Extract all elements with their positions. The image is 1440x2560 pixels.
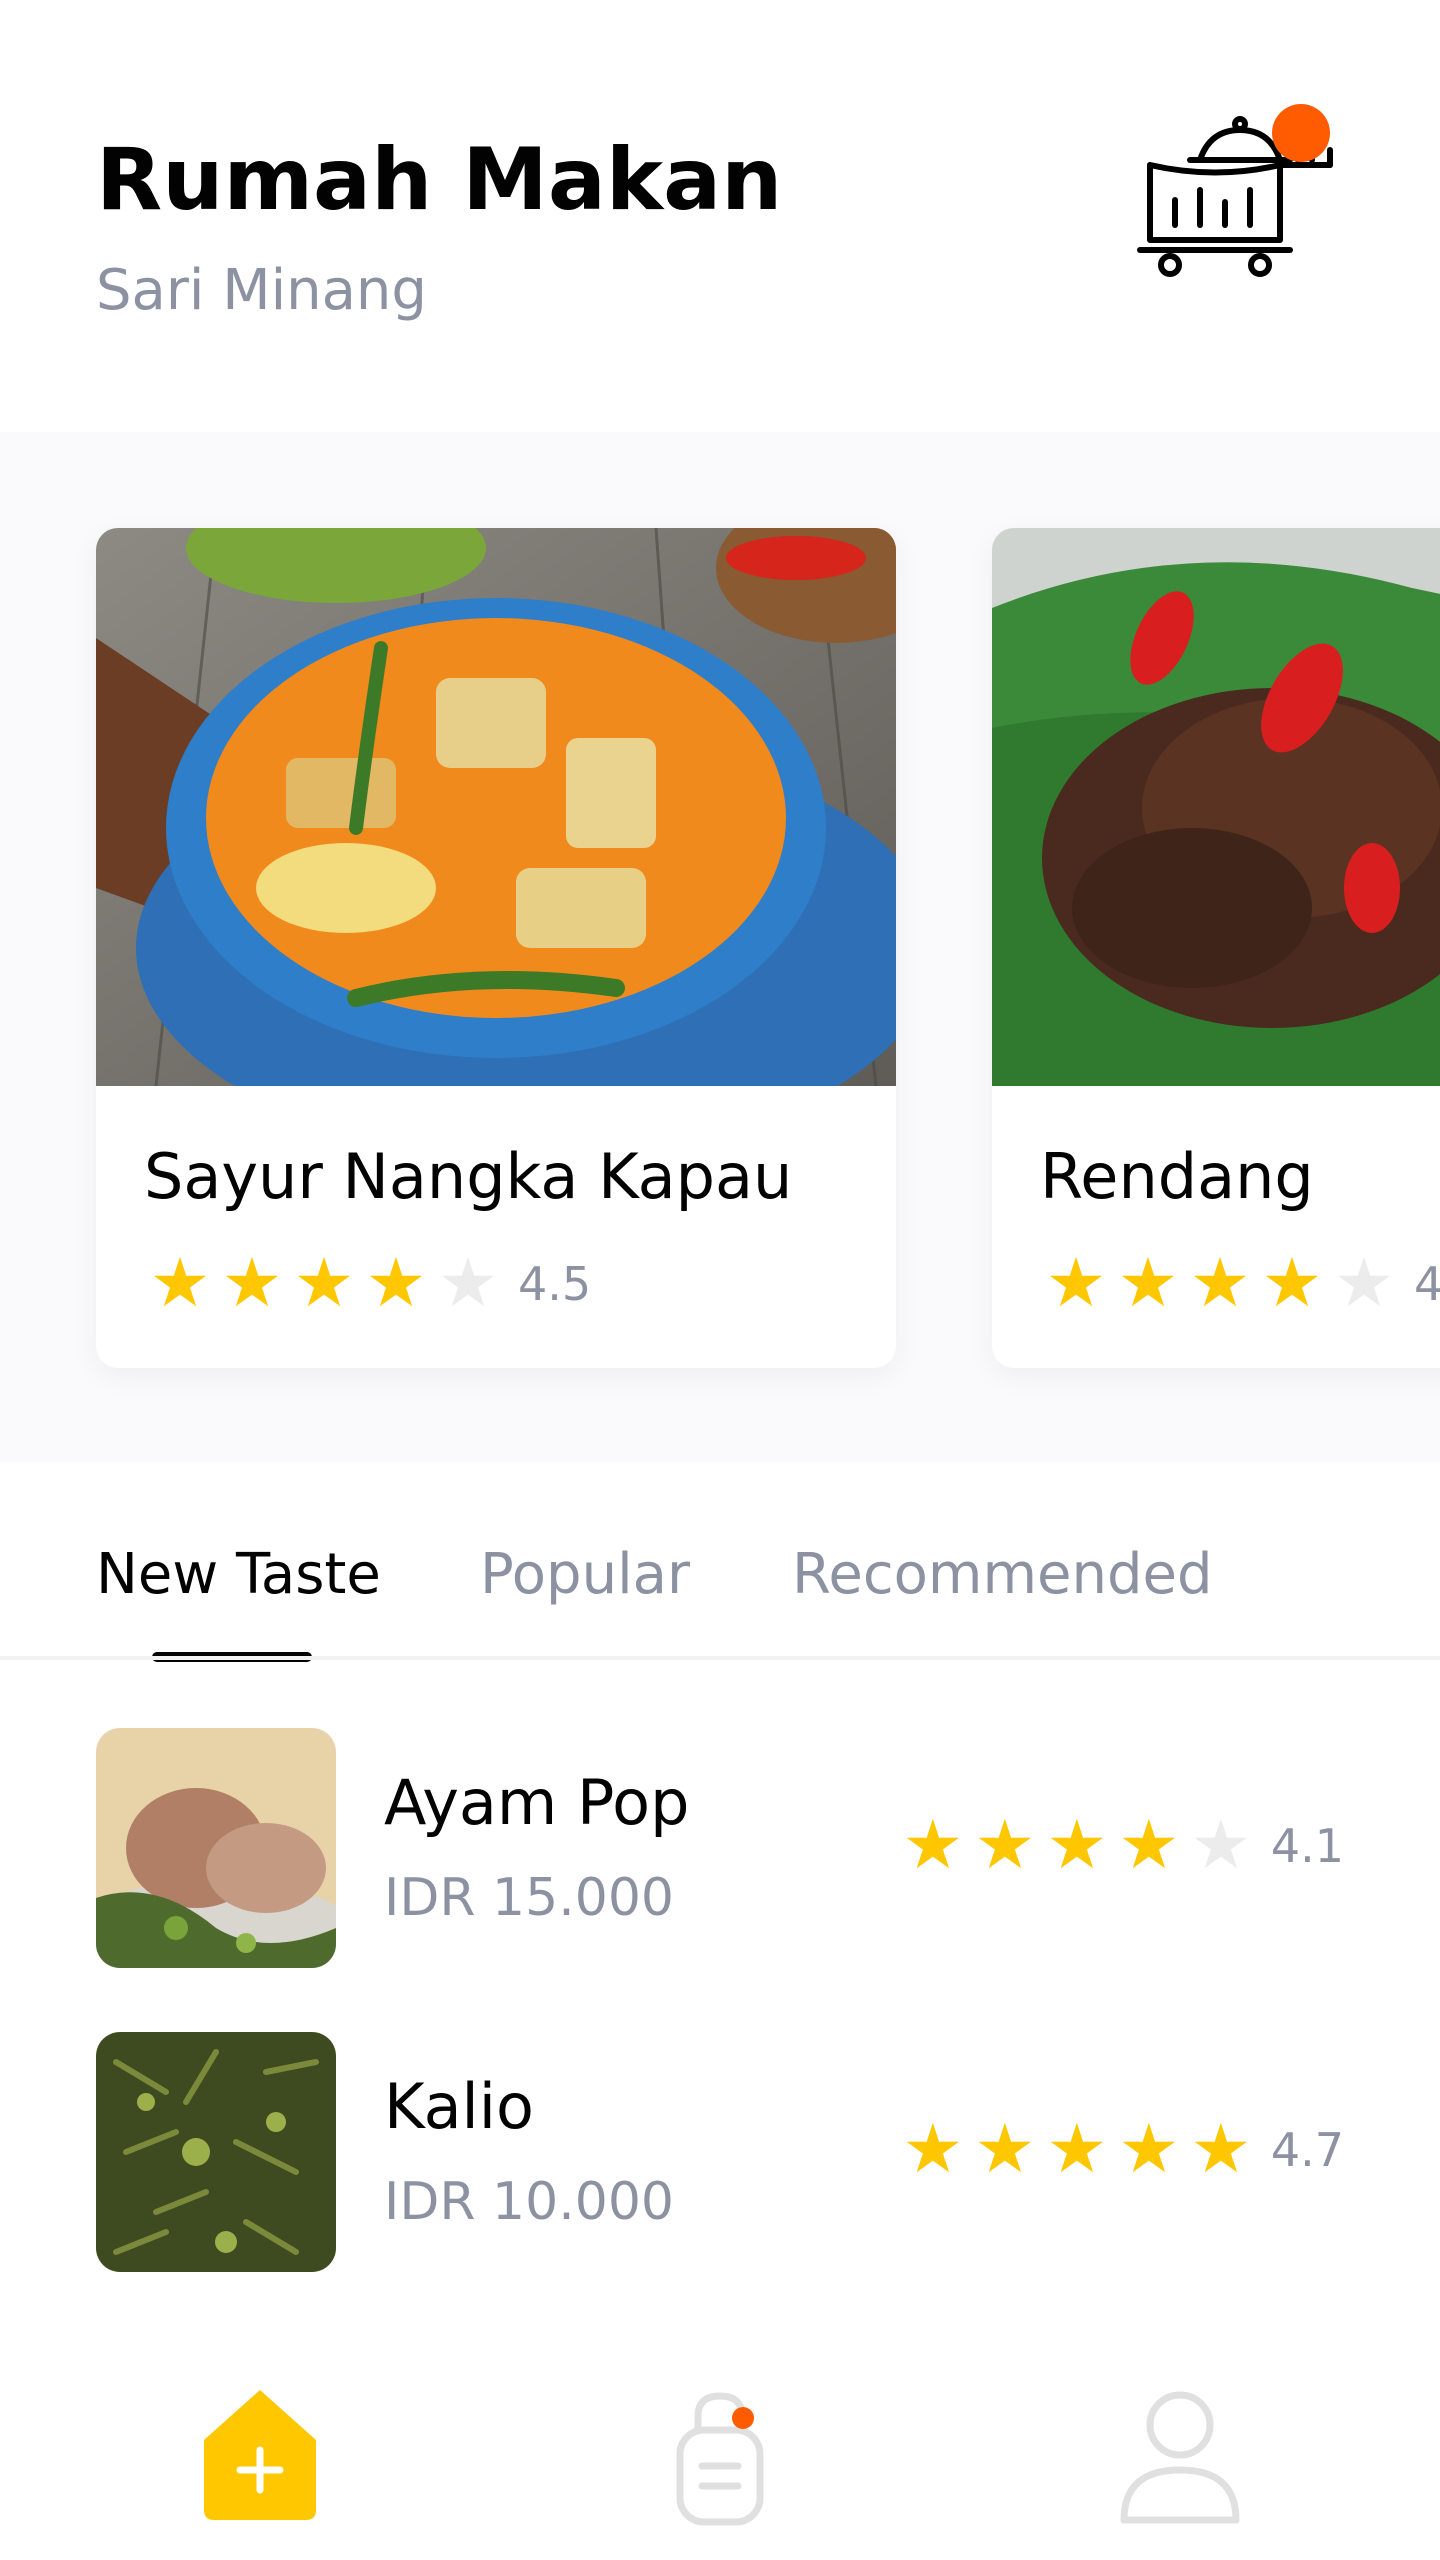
star-filled-icon: ★	[1118, 1806, 1180, 1885]
menu-item-ayam-pop[interactable]: Ayam Pop IDR 15.000 ★ ★ ★ ★ ★ 4.1	[0, 1728, 1440, 1968]
star-filled-icon: ★	[1046, 1806, 1108, 1885]
app-subtitle: Sari Minang	[96, 258, 427, 323]
star-filled-icon: ★	[1046, 2110, 1108, 2189]
rating-value: 4.5	[1414, 1257, 1440, 1311]
item-price: IDR 10.000	[384, 2172, 674, 2232]
star-filled-icon: ★	[902, 2110, 964, 2189]
card-rating: ★ ★ ★ ★ ★ 4.5	[144, 1250, 592, 1318]
tab-divider	[0, 1656, 1440, 1660]
app-title: Rumah Makan	[96, 130, 783, 230]
header: Rumah Makan Sari Minang	[0, 0, 1440, 432]
card-title: Rendang	[1040, 1140, 1314, 1213]
star-filled-icon: ★	[974, 2110, 1036, 2189]
star-rating: ★ ★ ★ ★ ★	[897, 1812, 1257, 1880]
star-rating: ★ ★ ★ ★ ★	[144, 1250, 504, 1318]
nav-profile[interactable]	[1110, 2380, 1250, 2530]
tab-new-taste[interactable]: New Taste	[96, 1542, 381, 1607]
star-filled-icon: ★	[149, 1244, 211, 1323]
item-rating: ★ ★ ★ ★ ★ 4.7	[897, 2116, 1344, 2184]
item-price: IDR 15.000	[384, 1868, 674, 1928]
tab-recommended[interactable]: Recommended	[792, 1542, 1213, 1607]
rating-value: 4.1	[1270, 1819, 1344, 1873]
star-filled-icon: ★	[902, 1806, 964, 1885]
star-filled-icon: ★	[365, 1244, 427, 1323]
star-filled-icon: ★	[1261, 1244, 1323, 1323]
nav-home[interactable]	[190, 2380, 330, 2530]
home-plus-icon	[204, 2390, 316, 2520]
featured-carousel[interactable]: Sayur Nangka Kapau ★ ★ ★ ★ ★ 4.5 Rendang…	[0, 432, 1440, 1462]
star-filled-icon: ★	[1118, 2110, 1180, 2189]
star-filled-icon: ★	[1117, 1244, 1179, 1323]
star-filled-icon: ★	[974, 1806, 1036, 1885]
star-empty-icon: ★	[1333, 1244, 1395, 1323]
menu-item-kalio[interactable]: Kalio IDR 10.000 ★ ★ ★ ★ ★ 4.7	[0, 2032, 1440, 2272]
profile-icon	[1120, 2391, 1240, 2524]
star-empty-icon: ★	[1190, 1806, 1252, 1885]
food-image-rendang	[992, 528, 1440, 1086]
star-filled-icon: ★	[1189, 1244, 1251, 1323]
featured-card-sayur-nangka-kapau[interactable]: Sayur Nangka Kapau ★ ★ ★ ★ ★ 4.5	[96, 528, 896, 1368]
star-rating: ★ ★ ★ ★ ★	[897, 2116, 1257, 2184]
order-notification-dot	[732, 2407, 754, 2429]
star-rating: ★ ★ ★ ★ ★	[1040, 1250, 1400, 1318]
card-rating: ★ ★ ★ ★ ★ 4.5	[1040, 1250, 1440, 1318]
star-filled-icon: ★	[293, 1244, 355, 1323]
bottom-navigation	[0, 2340, 1440, 2560]
tab-popular[interactable]: Popular	[480, 1542, 690, 1607]
item-name: Ayam Pop	[384, 1766, 690, 1839]
featured-card-rendang[interactable]: Rendang ★ ★ ★ ★ ★ 4.5	[992, 528, 1440, 1368]
food-thumbnail-kalio	[96, 2032, 336, 2272]
card-title: Sayur Nangka Kapau	[144, 1140, 793, 1213]
cart-notification-dot	[1272, 104, 1330, 162]
item-name: Kalio	[384, 2070, 534, 2143]
food-thumbnail-ayam-pop	[96, 1728, 336, 1968]
star-filled-icon: ★	[1045, 1244, 1107, 1323]
item-rating: ★ ★ ★ ★ ★ 4.1	[897, 1812, 1344, 1880]
star-empty-icon: ★	[437, 1244, 499, 1323]
rating-value: 4.7	[1270, 2123, 1344, 2177]
star-filled-icon: ★	[1190, 2110, 1252, 2189]
order-bag-icon	[676, 2392, 764, 2526]
food-image-sayur-nangka-kapau	[96, 528, 896, 1086]
nav-orders[interactable]	[650, 2380, 790, 2530]
rating-value: 4.5	[518, 1257, 592, 1311]
category-tabs: New Taste Popular Recommended	[0, 1462, 1440, 1662]
star-filled-icon: ★	[221, 1244, 283, 1323]
